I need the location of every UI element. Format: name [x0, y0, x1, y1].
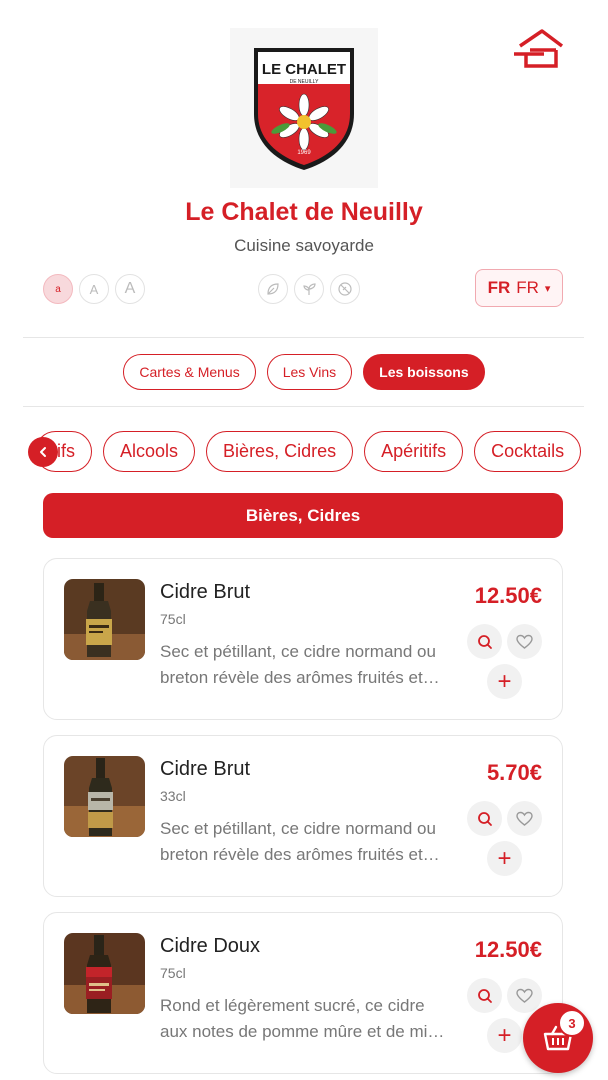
product-card[interactable]: Cidre Brut 75cl Sec et pétillant, ce cid…	[43, 558, 563, 720]
flag-icon: FR	[487, 278, 511, 297]
product-size: 33cl	[160, 788, 186, 804]
heart-icon[interactable]	[507, 978, 542, 1013]
category-chip[interactable]: Alcools	[103, 431, 196, 472]
restaurant-name: Le Chalet de Neuilly	[185, 198, 423, 226]
sprout-icon[interactable]	[294, 274, 324, 304]
product-card[interactable]: Cidre Brut 33cl Sec et pétillant, ce cid…	[43, 735, 563, 897]
tab-les-boissons[interactable]: Les boissons	[363, 354, 485, 390]
divider	[23, 406, 584, 407]
product-description: Sec et pétillant, ce cidre normand ou br…	[160, 819, 440, 864]
restaurant-logo: LE CHALET DE NEUILLY 1969	[230, 28, 378, 188]
tab-cartes-menus[interactable]: Cartes & Menus	[123, 354, 256, 390]
cart-count-badge: 3	[558, 1009, 586, 1037]
section-title: Bières, Cidres	[43, 493, 563, 538]
search-icon[interactable]	[467, 978, 502, 1013]
product-description: Rond et légèrement sucré, ce cidre aux n…	[160, 996, 445, 1041]
tab-les-vins[interactable]: Les Vins	[266, 354, 353, 390]
language-code: FR	[516, 278, 539, 297]
product-photo	[64, 933, 145, 1014]
font-size-small-button[interactable]: a	[43, 274, 73, 304]
category-chip[interactable]: Bières, Cidres	[206, 431, 354, 472]
chevron-left-icon[interactable]	[28, 437, 58, 467]
heart-icon[interactable]	[507, 624, 542, 659]
diet-filters	[258, 274, 360, 304]
font-size-medium-button[interactable]: A	[79, 274, 109, 304]
product-photo	[64, 579, 145, 660]
menu-tabs: Cartes & Menus Les Vins Les boissons	[0, 354, 608, 390]
product-price: 12.50€	[474, 583, 542, 608]
font-size-large-button[interactable]: A	[115, 274, 145, 304]
product-description: Sec et pétillant, ce cidre normand ou br…	[160, 642, 440, 687]
product-name: Cidre Doux	[160, 935, 261, 957]
product-name: Cidre Brut	[160, 581, 251, 603]
product-photo	[64, 756, 145, 837]
no-gluten-icon[interactable]	[330, 274, 360, 304]
add-to-cart-button[interactable]: +	[487, 1018, 522, 1053]
add-to-cart-button[interactable]: +	[487, 841, 522, 876]
logo-text: LE CHALET	[262, 61, 346, 78]
add-to-cart-button[interactable]: +	[487, 664, 522, 699]
leaf-icon[interactable]	[258, 274, 288, 304]
product-price: 12.50€	[474, 937, 542, 962]
search-icon[interactable]	[467, 801, 502, 836]
chevron-down-icon: ▾	[544, 282, 551, 295]
product-price: 5.70€	[486, 760, 542, 785]
product-size: 75cl	[160, 611, 186, 627]
language-selector[interactable]: FR FR ▾	[475, 269, 563, 307]
category-chip[interactable]: Cocktails	[474, 431, 582, 472]
product-name: Cidre Brut	[160, 758, 251, 780]
heart-icon[interactable]	[507, 801, 542, 836]
product-card[interactable]: Cidre Doux 75cl Rond et légèrement sucré…	[43, 912, 563, 1074]
category-scroller[interactable]: tifs Alcools Bières, Cidres Apéritifs Co…	[0, 431, 608, 473]
category-chip[interactable]: Apéritifs	[364, 431, 464, 472]
font-size-controls: a A A	[43, 274, 145, 304]
restaurant-subtitle: Cuisine savoyarde	[234, 236, 374, 255]
search-icon[interactable]	[467, 624, 502, 659]
logo-subtext: DE NEUILLY	[290, 79, 319, 85]
divider	[23, 337, 584, 338]
logo-year: 1969	[297, 150, 311, 156]
home-icon[interactable]	[512, 28, 564, 70]
product-size: 75cl	[160, 965, 186, 981]
